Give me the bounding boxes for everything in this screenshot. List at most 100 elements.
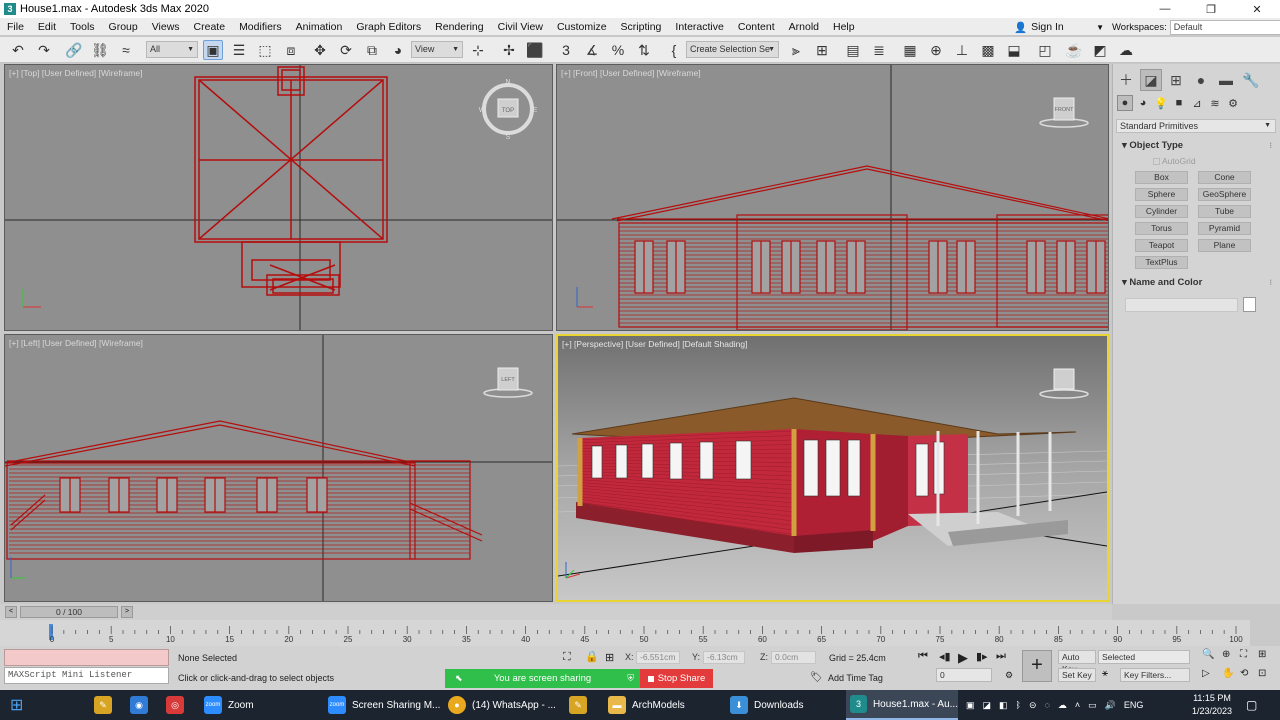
add-time-tag-button[interactable]: Add Time Tag <box>828 673 883 683</box>
key-filters-button[interactable]: Key Filters... <box>1120 668 1190 682</box>
cameras-icon[interactable]: ■ <box>1171 95 1187 111</box>
maxscript-listener-output[interactable] <box>4 649 169 666</box>
select-object-icon[interactable]: ▣ <box>203 40 223 60</box>
time-slider-thumb[interactable]: 0 / 100 <box>20 606 118 618</box>
pivot-center-icon[interactable]: ⊹ <box>468 40 488 60</box>
mirror-icon[interactable]: ⫸ <box>786 40 806 60</box>
maximize-viewport-icon[interactable]: ⊡ <box>1258 668 1266 679</box>
field-of-view-icon[interactable]: ▷ <box>1202 668 1210 679</box>
minimize-button[interactable]: — <box>1142 0 1188 18</box>
viewport-label-perspective[interactable]: [+] [Perspective] [User Defined] [Defaul… <box>562 339 747 349</box>
menu-help[interactable]: Help <box>826 21 862 33</box>
plane-button[interactable]: Plane <box>1198 239 1251 252</box>
menu-edit[interactable]: Edit <box>31 21 63 33</box>
edit-named-selection-icon[interactable]: { <box>664 40 684 60</box>
display-tab-icon[interactable]: ▬ <box>1215 69 1237 91</box>
object-color-swatch[interactable] <box>1243 297 1256 312</box>
cylinder-button[interactable]: Cylinder <box>1135 205 1188 218</box>
render-iterative-icon[interactable]: ◩ <box>1090 40 1110 60</box>
go-to-start-icon[interactable]: ⏮ <box>918 650 928 663</box>
menu-interactive[interactable]: Interactive <box>668 21 730 33</box>
zoom-all-icon[interactable]: ⊕ <box>1222 649 1230 660</box>
material-editor-icon[interactable]: ▩ <box>978 40 998 60</box>
viewport-perspective[interactable]: [+] [Perspective] [User Defined] [Defaul… <box>556 334 1109 602</box>
time-slider-prev-button[interactable]: < <box>5 606 17 618</box>
box-button[interactable]: Box <box>1135 171 1188 184</box>
network-icon[interactable]: ▭ <box>1088 700 1097 711</box>
z-coordinate-field[interactable]: 0.0cm <box>771 651 816 664</box>
taskbar-pinned-app[interactable]: ✎ <box>90 690 112 720</box>
maxscript-listener-input[interactable]: MAXScript Mini Listener <box>4 667 169 684</box>
systems-icon[interactable]: ⚙ <box>1225 95 1241 111</box>
reference-coordinate-dropdown[interactable]: View ▼ <box>411 41 463 58</box>
absolute-mode-icon[interactable]: ⊞ <box>605 651 614 664</box>
taskbar-item-whatsapp[interactable]: ● (14) WhatsApp - ... <box>444 690 562 720</box>
motion-tab-icon[interactable]: ● <box>1190 69 1212 91</box>
select-by-name-icon[interactable]: ☰ <box>229 40 249 60</box>
named-selection-set-dropdown[interactable]: Create Selection Se ▼ <box>686 41 779 58</box>
windows-start-icon[interactable]: ⊞ <box>6 690 23 720</box>
bluetooth-icon[interactable]: ᛒ <box>1016 700 1021 710</box>
viewport-label-left[interactable]: [+] [Left] [User Defined] [Wireframe] <box>9 338 143 348</box>
geosphere-button[interactable]: GeoSphere <box>1198 188 1251 201</box>
menu-views[interactable]: Views <box>145 21 187 33</box>
app-tray-icon[interactable]: ◪ <box>983 700 992 711</box>
object-name-field[interactable] <box>1125 298 1238 312</box>
menu-animation[interactable]: Animation <box>289 21 350 33</box>
menu-customize[interactable]: Customize <box>550 21 614 33</box>
percent-snap-icon[interactable]: % <box>608 40 628 60</box>
render-in-cloud-icon[interactable]: ☁ <box>1116 40 1136 60</box>
screen-sharing-indicator[interactable]: ⬉ You are screen sharing ⛨ <box>445 669 640 688</box>
menu-create[interactable]: Create <box>187 21 233 33</box>
ribbon-toggle-icon[interactable]: ▦ <box>900 40 920 60</box>
menu-modifiers[interactable]: Modifiers <box>232 21 289 33</box>
sign-in-button[interactable]: 👤 Sign In ▼ <box>1010 19 1106 35</box>
taskbar-item-archmodels[interactable]: ▬ ArchModels <box>604 690 724 720</box>
notifications-icon[interactable]: ▢ <box>1246 690 1257 720</box>
rectangular-selection-icon[interactable]: ⬚ <box>255 40 275 60</box>
taskbar-item-downloads[interactable]: ⬇ Downloads <box>726 690 844 720</box>
space-warps-icon[interactable]: ≋ <box>1207 95 1223 111</box>
set-key-plus-icon[interactable]: + <box>1022 650 1052 682</box>
align-icon[interactable]: ⊞ <box>812 40 832 60</box>
key-mode-icon[interactable]: ⚹ <box>1102 668 1108 679</box>
menu-scripting[interactable]: Scripting <box>614 21 669 33</box>
taskbar-pinned-app[interactable]: ✎ <box>565 690 587 720</box>
curve-editor-icon[interactable]: ⊕ <box>926 40 946 60</box>
spinner-snap-icon[interactable]: ⇅ <box>634 40 654 60</box>
taskbar-item-screen-sharing[interactable]: zoom Screen Sharing M... <box>324 690 442 720</box>
placement-icon[interactable]: ◕ <box>388 40 408 60</box>
angle-snap-icon[interactable]: ∡ <box>582 40 602 60</box>
teapot-button[interactable]: Teapot <box>1135 239 1188 252</box>
textplus-button[interactable]: TextPlus <box>1135 256 1188 269</box>
tray-icon[interactable]: ◌ <box>1045 700 1050 710</box>
undo-icon[interactable]: ↶ <box>8 40 28 60</box>
tube-button[interactable]: Tube <box>1198 205 1251 218</box>
viewport-top[interactable]: TOP N E S W [+] [Top] [User Defined] [Wi… <box>4 64 553 331</box>
auto-key-button[interactable]: Auto Key <box>1058 650 1096 674</box>
name-and-color-rollout-header[interactable]: ▾ Name and Color ⁝ <box>1116 276 1276 290</box>
taskbar-pinned-app[interactable]: ◉ <box>126 690 148 720</box>
workspace-dropdown[interactable]: Default <box>1169 19 1280 35</box>
menu-arnold[interactable]: Arnold <box>782 21 826 33</box>
primitive-type-dropdown[interactable]: Standard Primitives ▼ <box>1116 119 1276 133</box>
window-crossing-icon[interactable]: ⧈ <box>281 40 301 60</box>
previous-frame-icon[interactable]: ◂▮ <box>939 650 951 663</box>
schematic-view-icon[interactable]: ⊥ <box>952 40 972 60</box>
taskbar-pinned-app[interactable]: ◎ <box>162 690 184 720</box>
x-coordinate-field[interactable]: -6.551cm <box>636 651 680 664</box>
taskbar-item-zoom[interactable]: zoom Zoom <box>200 690 322 720</box>
current-frame-field[interactable]: 0 <box>936 668 992 682</box>
object-type-rollout-header[interactable]: ▾ Object Type ⁝ <box>1116 139 1276 153</box>
selection-lock-icon[interactable]: 🔒 <box>585 650 599 663</box>
redo-icon[interactable]: ↷ <box>34 40 54 60</box>
y-coordinate-field[interactable]: -6.13cm <box>703 651 745 664</box>
onedrive-icon[interactable]: ☁ <box>1058 700 1067 711</box>
cone-button[interactable]: Cone <box>1198 171 1251 184</box>
scale-icon[interactable]: ⧉ <box>362 40 382 60</box>
unlink-icon[interactable]: ⛓ <box>90 40 110 60</box>
menu-file[interactable]: File <box>0 21 31 33</box>
sphere-button[interactable]: Sphere <box>1135 188 1188 201</box>
key-selection-dropdown[interactable]: Selected <box>1098 650 1190 664</box>
geometry-icon[interactable]: ● <box>1117 95 1133 111</box>
